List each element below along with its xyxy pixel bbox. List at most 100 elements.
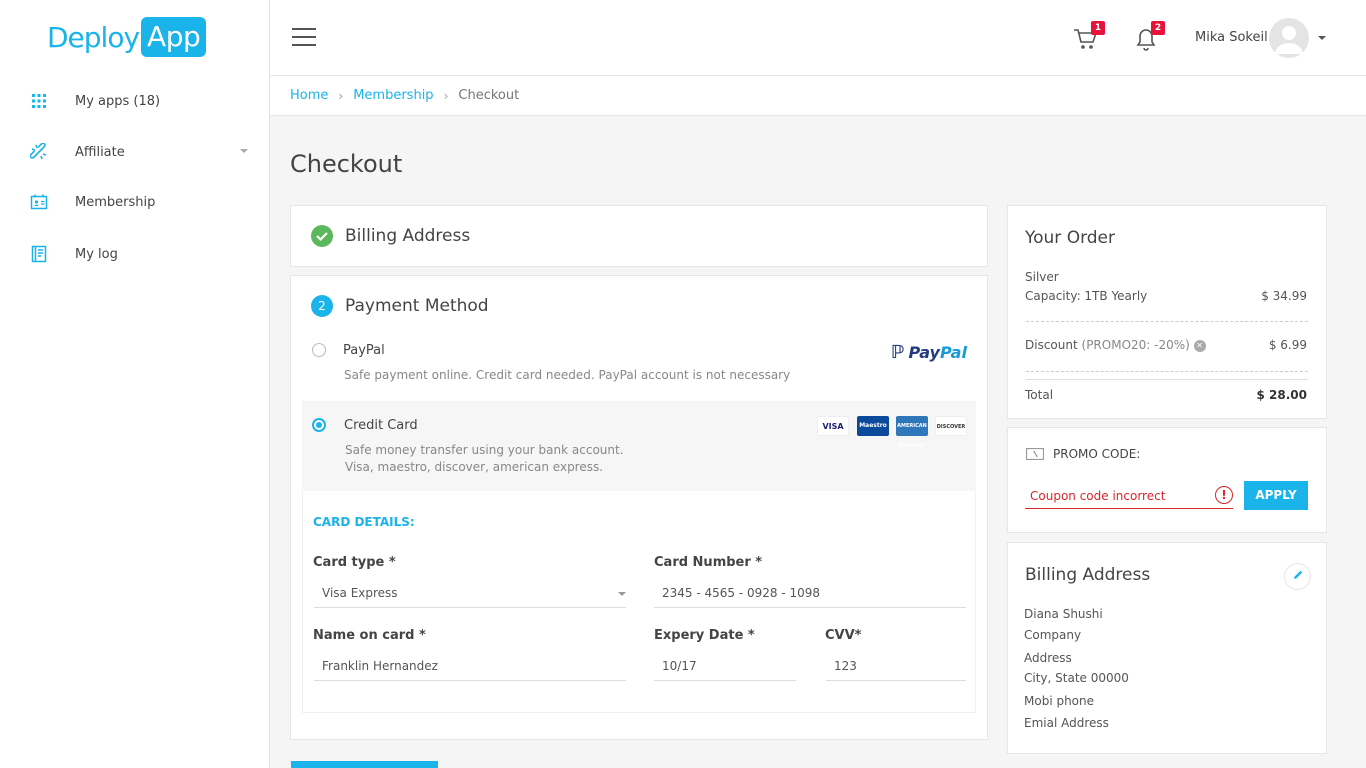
log-book-icon bbox=[30, 245, 48, 263]
promo-code-input[interactable]: Coupon code incorrect bbox=[1025, 483, 1233, 509]
expiry-date-value: 10/17 bbox=[662, 659, 697, 673]
avatar[interactable] bbox=[1269, 18, 1309, 58]
cart-count-badge: 1 bbox=[1091, 21, 1105, 35]
user-name[interactable]: Mika Sokeil bbox=[1195, 30, 1268, 45]
billing-address-card: Billing Address Diana Shushi Company Add… bbox=[1007, 542, 1327, 754]
page-title: Checkout bbox=[290, 150, 403, 178]
credit-card-desc-line2: Visa, maestro, discover, american expres… bbox=[345, 460, 604, 474]
link-icon bbox=[30, 143, 48, 161]
card-type-value: Visa Express bbox=[322, 586, 398, 600]
top-header: 1 2 Mika Sokeil bbox=[270, 0, 1366, 76]
order-summary: Your Order Silver Capacity: 1TB Yearly $… bbox=[1007, 205, 1327, 419]
paypal-option-title: PayPal bbox=[343, 343, 385, 358]
submit-payment-button[interactable] bbox=[291, 761, 438, 768]
expiry-date-label: Expery Date * bbox=[654, 628, 755, 643]
total-value: $ 28.00 bbox=[1256, 388, 1307, 402]
cvv-input[interactable]: 123 bbox=[826, 651, 966, 681]
divider bbox=[1026, 321, 1308, 322]
remove-discount-icon[interactable]: ✕ bbox=[1193, 339, 1206, 352]
credit-card-radio[interactable] bbox=[312, 418, 326, 432]
discount-label: Discount bbox=[1025, 338, 1078, 352]
sidebar-item-my-apps[interactable]: My apps (18) bbox=[0, 81, 270, 121]
payment-step-title: Payment Method bbox=[345, 296, 489, 316]
discount-code: (PROMO20: -20%) bbox=[1081, 338, 1190, 352]
card-details-heading: CARD DETAILS: bbox=[313, 515, 415, 529]
edit-address-button[interactable] bbox=[1284, 563, 1311, 590]
card-number-value: 2345 - 4565 - 0928 - 1098 bbox=[662, 586, 821, 600]
order-title: Your Order bbox=[1025, 228, 1116, 248]
card-type-label: Card type * bbox=[313, 555, 396, 570]
cart-icon bbox=[1073, 29, 1099, 55]
expiry-date-input[interactable]: 10/17 bbox=[654, 651, 796, 681]
divider bbox=[1026, 371, 1308, 372]
paypal-logo: ℙ PayPal bbox=[891, 342, 967, 363]
name-on-card-input[interactable]: Franklin Hernandez bbox=[314, 651, 626, 681]
card-number-input[interactable]: 2345 - 4565 - 0928 - 1098 bbox=[654, 578, 966, 608]
address-line: Emial Address bbox=[1024, 716, 1109, 730]
total-label: Total bbox=[1025, 388, 1054, 402]
address-line: Mobi phone bbox=[1024, 694, 1095, 708]
cart-button[interactable]: 1 bbox=[1073, 21, 1105, 51]
error-icon: ! bbox=[1215, 486, 1233, 504]
apply-promo-button[interactable]: APPLY bbox=[1244, 481, 1308, 510]
billing-address-title: Billing Address bbox=[1025, 565, 1151, 585]
breadcrumb-home-link[interactable]: Home bbox=[290, 88, 328, 103]
pencil-icon bbox=[1292, 569, 1304, 585]
promo-code-value: Coupon code incorrect bbox=[1030, 489, 1166, 503]
credit-card-option-title: Credit Card bbox=[344, 418, 418, 433]
address-line: Company bbox=[1024, 628, 1082, 642]
chevron-right-icon: › bbox=[443, 88, 449, 103]
amex-logo-icon: AMERICAN EXPRESS bbox=[896, 416, 928, 449]
plan-detail: Capacity: 1TB Yearly bbox=[1025, 289, 1148, 303]
sidebar-item-affiliate[interactable]: Affiliate bbox=[0, 132, 270, 172]
cvv-value: 123 bbox=[834, 659, 857, 673]
card-number-label: Card Number * bbox=[654, 555, 763, 570]
promo-code-card: PROMO CODE: Coupon code incorrect ! APPL… bbox=[1007, 427, 1327, 533]
address-line: Diana Shushi bbox=[1024, 607, 1103, 621]
sidebar-item-my-log[interactable]: My log bbox=[0, 234, 270, 274]
billing-address-step[interactable]: Billing Address bbox=[290, 205, 988, 267]
address-line: City, State 00000 bbox=[1024, 671, 1129, 685]
chevron-down-icon[interactable] bbox=[240, 149, 248, 153]
card-type-select[interactable]: Visa Express bbox=[314, 578, 626, 608]
logo-text-deploy: Deploy bbox=[47, 20, 140, 54]
discover-logo-icon: DISCOVER bbox=[935, 416, 967, 436]
check-circle-icon bbox=[311, 225, 333, 247]
id-card-icon bbox=[30, 193, 48, 211]
plan-name: Silver bbox=[1025, 270, 1059, 284]
notifications-button[interactable]: 2 bbox=[1133, 21, 1165, 51]
total-divider bbox=[1026, 379, 1308, 380]
app-logo[interactable]: Deploy App bbox=[47, 17, 207, 57]
sidebar-item-membership[interactable]: Membership bbox=[0, 182, 270, 222]
card-details-form: CARD DETAILS: Card type * Visa Express C… bbox=[302, 491, 976, 713]
chevron-down-icon bbox=[618, 592, 626, 596]
discount-row: Discount (PROMO20: -20%) ✕ bbox=[1025, 338, 1206, 352]
cvv-label: CVV* bbox=[825, 628, 862, 643]
plan-price: $ 34.99 bbox=[1261, 289, 1307, 303]
chevron-right-icon: › bbox=[338, 88, 344, 103]
step-number-badge: 2 bbox=[311, 295, 333, 317]
sidebar: Deploy App My apps (18) Affiliate Member… bbox=[0, 0, 270, 768]
paypal-radio[interactable] bbox=[312, 343, 326, 357]
visa-logo-icon: VISA bbox=[817, 416, 849, 436]
ticket-icon bbox=[1025, 447, 1045, 464]
menu-toggle-icon[interactable] bbox=[292, 28, 316, 46]
grid-icon bbox=[30, 92, 48, 110]
breadcrumb: Home › Membership › Checkout bbox=[270, 76, 1366, 116]
user-menu-chevron-icon[interactable] bbox=[1318, 36, 1326, 40]
address-line: Address bbox=[1024, 651, 1072, 665]
sidebar-item-label: My apps (18) bbox=[75, 93, 161, 109]
maestro-logo-icon: Maestro bbox=[857, 416, 889, 436]
name-on-card-value: Franklin Hernandez bbox=[322, 659, 438, 673]
billing-step-title: Billing Address bbox=[345, 226, 471, 246]
breadcrumb-current: Checkout bbox=[458, 88, 520, 103]
sidebar-item-label: Membership bbox=[75, 194, 156, 210]
paypal-p-icon: ℙ bbox=[891, 342, 905, 363]
notification-count-badge: 2 bbox=[1151, 21, 1165, 35]
credit-card-desc-line1: Safe money transfer using your bank acco… bbox=[345, 443, 624, 457]
sidebar-item-label: Affiliate bbox=[75, 144, 125, 160]
name-on-card-label: Name on card * bbox=[313, 628, 426, 643]
breadcrumb-membership-link[interactable]: Membership bbox=[353, 88, 433, 103]
bell-icon bbox=[1133, 29, 1159, 55]
payment-method-step: 2 Payment Method PayPal Safe payment onl… bbox=[290, 275, 988, 740]
